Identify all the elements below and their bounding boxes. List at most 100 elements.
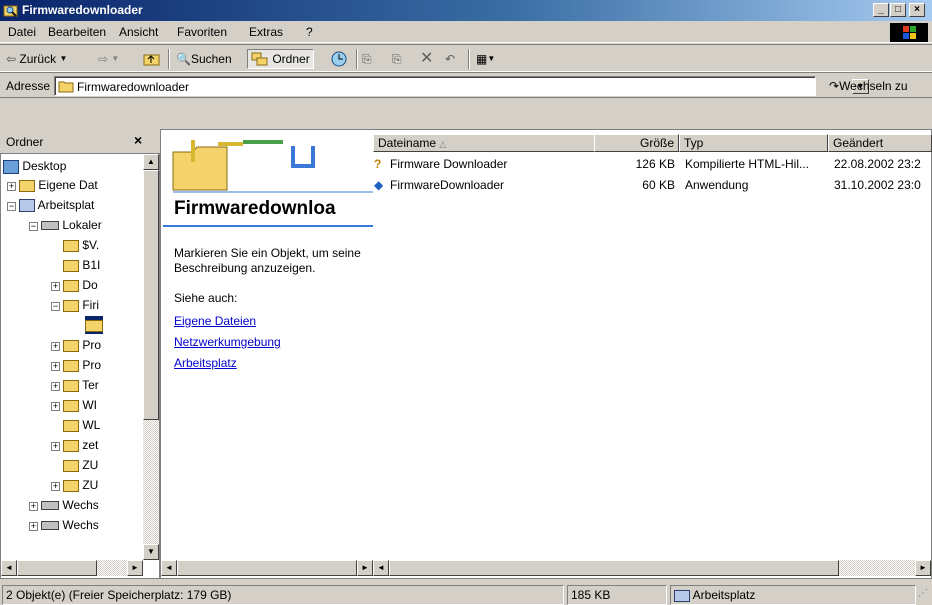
tree-item-folder[interactable]: Ter [63,376,99,394]
column-header-size[interactable]: Größe [594,134,679,152]
menu-ansicht[interactable]: Ansicht [119,25,158,39]
tree-item-eigene-dateien[interactable]: Eigene Dat [19,176,98,194]
filelist-hscrollbar[interactable]: ◄ ► [373,560,931,576]
expand-plus-icon[interactable]: + [51,362,60,371]
scroll-thumb[interactable] [389,560,839,576]
maximize-button[interactable]: □ [890,3,906,17]
status-object-count: 2 Objekt(e) (Freier Speicherplatz: 179 G… [2,585,564,605]
close-pane-icon[interactable]: × [134,132,142,148]
folder-pane-title: Ordner [6,135,44,149]
menu-bearbeiten[interactable]: Bearbeiten [48,25,106,39]
back-button[interactable]: ⇦ Zurück ▼ [6,49,67,69]
search-icon: 🔍 [176,52,191,66]
tree-item-removable-drive[interactable]: Wechs [41,516,99,530]
resize-grip-icon[interactable]: ⋰ [918,588,930,602]
chevron-down-icon: ▼ [111,54,120,63]
move-to-button[interactable]: ⎘ [362,49,372,69]
menu-favoriten[interactable]: Favoriten [177,25,227,39]
scroll-down-button[interactable]: ▼ [143,544,159,560]
folder-icon [63,459,79,472]
table-row[interactable]: ◆ FirmwareDownloader [374,178,504,192]
tree-item-folder[interactable]: WL [63,416,100,434]
column-header-type[interactable]: Typ [679,134,828,152]
link-netzwerkumgebung[interactable]: Netzwerkumgebung [174,335,281,349]
expand-plus-icon[interactable]: + [51,442,60,451]
scroll-left-button[interactable]: ◄ [373,560,389,576]
status-location: Arbeitsplatz [670,585,916,605]
menu-help[interactable]: ? [306,25,313,39]
tree-item-folder[interactable]: WI [63,396,97,414]
tree-item-folder[interactable]: Do [63,276,98,294]
undo-button[interactable]: ↶ [445,49,455,69]
tree-item-folder[interactable]: Pro [63,356,101,374]
expand-plus-icon[interactable]: + [51,382,60,391]
collapse-minus-icon[interactable]: − [29,222,38,231]
tree-item-lokaler-datentraeger[interactable]: Lokaler [41,216,102,234]
search-button[interactable]: 🔍 Suchen [176,49,232,69]
forward-button[interactable]: ⇨ ▼ [98,49,119,69]
views-grid-icon: ▦ [476,52,488,66]
close-button[interactable]: × [909,3,925,17]
tree-item-folder[interactable]: zet [63,436,98,454]
link-eigene-dateien[interactable]: Eigene Dateien [174,314,256,328]
back-arrow-icon: ⇦ [6,52,17,66]
file-type: Anwendung [685,178,749,192]
collapse-minus-icon[interactable]: − [51,302,60,311]
table-row[interactable]: ? Firmware Downloader [374,157,507,171]
column-header-modified[interactable]: Geändert [828,134,932,152]
expand-plus-icon[interactable]: + [51,282,60,291]
collapse-minus-icon[interactable]: − [7,202,16,211]
folder-tree[interactable]: Desktop + Eigene Dat − Arbeitsplat − Lok… [0,153,160,579]
toolbar: ⇦ Zurück ▼ ⇨ ▼ 🔍 Suchen Ordner ⎘ ⎘ ✕ ↶ ▦ ▼ [0,44,932,72]
tree-item-folder[interactable]: ZU [63,476,98,494]
chevron-down-icon: ▼ [487,54,496,63]
scroll-thumb[interactable] [143,170,159,420]
copy-to-button[interactable]: ⎘ [392,49,402,69]
explorer-icon [3,5,18,17]
expand-plus-icon[interactable]: + [51,482,60,491]
history-button[interactable] [330,49,348,69]
scroll-left-button[interactable]: ◄ [1,560,17,576]
tree-item-folder[interactable]: $V. [63,236,99,254]
tree-item-folder[interactable]: Pro [63,336,101,354]
tree-item-selected-folder[interactable] [85,316,103,334]
up-folder-button[interactable] [143,49,161,69]
folder-tree-hscrollbar[interactable]: ◄ ► [1,560,143,576]
tree-item-folder[interactable]: ZU [63,456,98,474]
up-folder-icon [143,54,160,66]
minimize-button[interactable]: _ [873,3,889,17]
menu-datei[interactable]: Datei [8,25,36,39]
window-title: Firmwaredownloader [22,3,143,17]
application-icon: ◆ [374,178,384,192]
views-button[interactable]: ▦ ▼ [476,49,495,69]
folder-tree-vscrollbar[interactable]: ▲ ▼ [143,154,159,560]
scroll-right-button[interactable]: ► [915,560,931,576]
tree-item-desktop[interactable]: Desktop [3,157,66,175]
scroll-thumb[interactable] [17,560,97,576]
expand-plus-icon[interactable]: + [51,402,60,411]
computer-icon [674,589,690,602]
expand-plus-icon[interactable]: + [29,502,38,511]
folders-button[interactable]: Ordner [247,49,314,69]
scroll-up-button[interactable]: ▲ [143,154,159,170]
address-input[interactable]: Firmwaredownloader ▼ [54,76,869,96]
webview-hscrollbar[interactable]: ◄ ► [161,560,373,576]
scroll-right-button[interactable]: ► [357,560,373,576]
tree-item-removable-drive[interactable]: Wechs [41,496,99,514]
tree-item-folder[interactable]: B1I [63,256,100,274]
drive-icon [41,501,59,511]
scroll-thumb[interactable] [177,560,357,576]
tree-item-folder[interactable]: Firi [63,296,99,314]
scroll-left-button[interactable]: ◄ [161,560,177,576]
go-button[interactable]: ↷Wechseln zu [829,79,908,93]
expand-plus-icon[interactable]: + [7,182,16,191]
title-bar[interactable]: Firmwaredownloader _ □ × [0,0,932,21]
scroll-right-button[interactable]: ► [127,560,143,576]
folder-icon [63,359,79,372]
delete-button[interactable]: ✕ [420,49,433,69]
tree-item-arbeitsplatz[interactable]: Arbeitsplat [19,196,94,214]
menu-extras[interactable]: Extras [249,25,283,39]
expand-plus-icon[interactable]: + [51,342,60,351]
expand-plus-icon[interactable]: + [29,522,38,531]
link-arbeitsplatz[interactable]: Arbeitsplatz [174,356,237,370]
